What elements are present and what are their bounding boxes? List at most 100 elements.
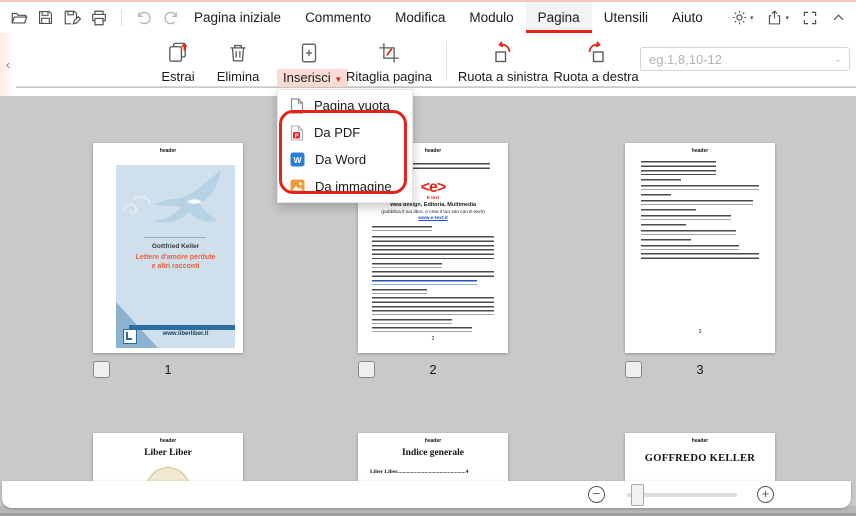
page-1-number: 1	[164, 362, 172, 377]
pdf-file-icon: P	[290, 124, 304, 141]
delete-label: Elimina	[216, 69, 260, 84]
menu-item-da-word[interactable]: W Da Word	[278, 146, 412, 173]
quick-access-toolbar	[0, 2, 180, 33]
text-lines	[641, 245, 739, 250]
page-5-title: Indice generale	[401, 448, 464, 458]
toolbar-divider	[446, 41, 447, 81]
crop-page-label: Ritaglia pagina	[345, 69, 432, 84]
page-2-number: 2	[429, 362, 437, 377]
extract-label: Estrai	[161, 69, 195, 84]
text-lines	[372, 319, 452, 324]
text-lines	[641, 185, 759, 190]
theme-brightness-icon[interactable]: ▾	[731, 9, 754, 26]
zoom-in-button[interactable]: +	[757, 486, 774, 503]
open-folder-icon[interactable]	[10, 9, 28, 27]
etext-link: www.e-text.it	[418, 216, 448, 221]
window-top-accent	[0, 0, 856, 2]
text-lines	[641, 194, 671, 198]
chevron-down-icon: ▾	[785, 14, 789, 22]
page-header-text: header	[159, 148, 177, 154]
text-lines	[641, 253, 759, 262]
rotate-left-button[interactable]: Ruota a sinistra	[455, 38, 551, 84]
svg-text:P: P	[295, 133, 299, 139]
cover-author: Gottfried Keller	[151, 243, 200, 250]
page-range-input[interactable]	[641, 51, 834, 67]
text-lines	[641, 215, 731, 220]
cover-divider-line	[144, 237, 206, 238]
rotate-left-icon	[455, 38, 551, 68]
image-file-icon	[290, 179, 305, 194]
chevron-down-icon[interactable]: ⌄	[834, 54, 849, 65]
zoom-bar: − +	[2, 481, 851, 508]
rotate-right-icon	[551, 38, 641, 68]
main-menu: Pagina iniziale Commento Modifica Modulo…	[182, 2, 715, 33]
link-text-line	[372, 280, 477, 285]
menu-modifica[interactable]: Modifica	[383, 2, 457, 33]
text-lines	[641, 200, 753, 205]
page-header-text: header	[691, 438, 709, 444]
page-6-title: GOFFREDO KELLER	[644, 453, 756, 464]
cover-blue-bar	[129, 325, 235, 330]
text-lines	[641, 224, 686, 228]
pdf-editor-window: Pagina iniziale Commento Modifica Modulo…	[0, 0, 856, 516]
fullscreen-icon[interactable]	[802, 10, 818, 26]
zoom-slider-handle[interactable]	[631, 483, 644, 506]
save-as-icon[interactable]	[63, 9, 81, 27]
menu-modulo[interactable]: Modulo	[457, 2, 525, 33]
thumbnail-page-1[interactable]: header Gottfried Keller Lettere d'amore …	[93, 143, 243, 353]
text-lines	[641, 230, 736, 235]
menu-item-da-pdf[interactable]: P Da PDF	[278, 119, 412, 146]
insert-button[interactable]: Inserisci ▼	[277, 38, 349, 87]
menubar-right-icons: ▾ ▾	[731, 2, 846, 33]
text-lines	[641, 161, 716, 175]
text-lines	[641, 179, 681, 183]
text-lines	[372, 327, 472, 332]
rotate-right-button[interactable]: Ruota a destra	[551, 38, 641, 84]
rotate-left-label: Ruota a sinistra	[457, 69, 549, 84]
thumbnail-page-3[interactable]: header 3	[625, 143, 775, 353]
crop-page-button[interactable]: Ritaglia pagina	[342, 38, 436, 84]
insert-dropdown-menu: Pagina vuota P Da PDF W Da Word Da immag…	[277, 89, 413, 203]
menu-item-pagina-vuota[interactable]: Pagina vuota	[278, 92, 412, 119]
menu-aiuto[interactable]: Aiuto	[660, 2, 715, 33]
text-lines	[372, 236, 494, 259]
text-lines	[641, 209, 696, 213]
page-range-field[interactable]: ⌄	[640, 47, 850, 71]
share-icon[interactable]: ▾	[766, 9, 789, 26]
extract-button[interactable]: Estrai	[147, 38, 209, 84]
menu-commento[interactable]: Commento	[293, 2, 383, 33]
menu-pagina-iniziale[interactable]: Pagina iniziale	[182, 2, 293, 33]
save-icon[interactable]	[37, 9, 54, 26]
page-header-text: header	[424, 438, 442, 444]
book-cover: Gottfried Keller Lettere d'amore perdute…	[116, 165, 235, 348]
cover-title: Lettere d'amore perdute e altri racconti	[135, 254, 216, 271]
menu-utensili[interactable]: Utensili	[592, 2, 660, 33]
menu-pagina[interactable]: Pagina	[525, 2, 592, 33]
zoom-out-button[interactable]: −	[588, 486, 605, 503]
collapse-toolbar-icon[interactable]	[831, 10, 846, 25]
menubar-divider	[121, 9, 122, 26]
toolbar-subband	[0, 88, 856, 96]
chevron-down-icon: ▾	[749, 14, 754, 22]
rotate-right-label: Ruota a destra	[553, 69, 639, 84]
text-lines	[372, 297, 494, 315]
delete-button[interactable]: Elimina	[207, 38, 269, 84]
page-toolbar: Estrai Elimina Inserisci ▼ Ritaglia pagi…	[0, 33, 856, 87]
text-lines	[641, 239, 691, 243]
extract-icon	[147, 38, 209, 68]
undo-icon[interactable]	[135, 9, 153, 27]
text-lines	[372, 289, 427, 294]
redo-icon[interactable]	[162, 9, 180, 27]
menu-item-da-immagine[interactable]: Da immagine	[278, 173, 412, 200]
text-lines	[372, 263, 442, 268]
insert-label: Inserisci ▼	[277, 69, 349, 87]
print-icon[interactable]	[90, 9, 108, 27]
text-lines	[372, 271, 494, 280]
page-3-number: 3	[696, 362, 704, 377]
page-footer-number: 3	[698, 329, 702, 335]
trash-icon	[207, 38, 269, 68]
collapse-panel-chevron[interactable]: ‹	[0, 33, 16, 96]
page-footer-number: 2	[431, 336, 435, 342]
blank-page-icon	[290, 97, 304, 114]
liberliber-logo	[123, 329, 137, 344]
